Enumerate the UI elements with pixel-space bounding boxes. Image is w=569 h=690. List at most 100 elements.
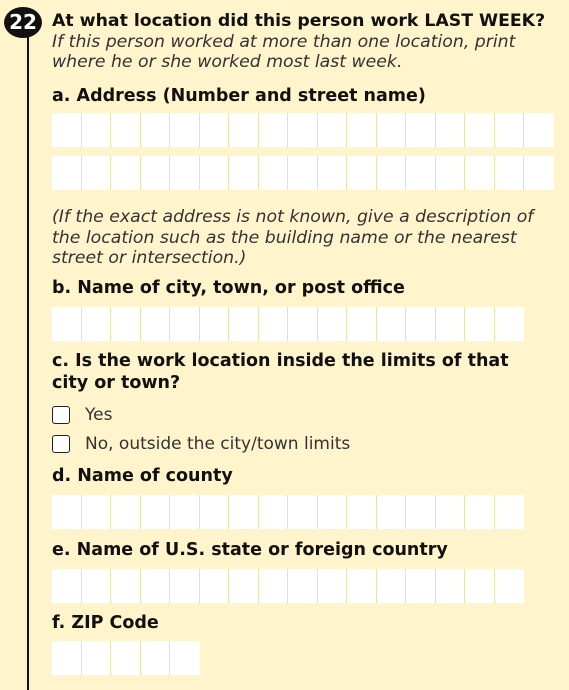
character-box[interactable]	[465, 307, 495, 341]
character-box[interactable]	[318, 569, 347, 603]
character-box[interactable]	[259, 156, 288, 190]
character-box[interactable]	[347, 307, 377, 341]
character-box[interactable]	[82, 307, 111, 341]
character-box[interactable]	[82, 156, 111, 190]
character-box[interactable]	[259, 307, 288, 341]
character-box[interactable]	[318, 156, 347, 190]
character-box[interactable]	[82, 569, 111, 603]
character-box[interactable]	[318, 307, 347, 341]
character-box[interactable]	[495, 495, 525, 529]
character-box[interactable]	[406, 495, 436, 529]
character-box[interactable]	[347, 156, 377, 190]
character-box[interactable]	[436, 307, 465, 341]
character-box[interactable]	[406, 569, 436, 603]
character-box[interactable]	[200, 495, 229, 529]
character-box[interactable]	[170, 307, 200, 341]
character-box[interactable]	[200, 113, 229, 147]
character-box[interactable]	[347, 569, 377, 603]
character-box[interactable]	[229, 495, 259, 529]
character-box[interactable]	[495, 113, 524, 147]
character-box[interactable]	[52, 156, 82, 190]
character-box[interactable]	[318, 113, 347, 147]
character-box[interactable]	[436, 495, 465, 529]
character-box[interactable]	[200, 156, 229, 190]
character-box[interactable]	[200, 569, 229, 603]
yes-checkbox[interactable]	[52, 406, 70, 424]
label-city-limits: c. Is the work location inside the limit…	[52, 351, 509, 393]
character-box[interactable]	[52, 113, 82, 147]
character-box[interactable]	[259, 569, 288, 603]
character-box[interactable]	[111, 156, 141, 190]
character-box[interactable]	[377, 156, 406, 190]
character-box[interactable]	[318, 495, 347, 529]
character-box[interactable]	[406, 156, 436, 190]
address-description-note: (If the exact address is not known, give…	[52, 207, 534, 268]
character-box[interactable]	[82, 113, 111, 147]
zip-code-field[interactable]	[52, 641, 200, 675]
character-box[interactable]	[170, 641, 200, 675]
option-no[interactable]: No, outside the city/town limits	[52, 434, 350, 454]
no-checkbox[interactable]	[52, 435, 70, 453]
character-box[interactable]	[170, 156, 200, 190]
character-box[interactable]	[141, 495, 170, 529]
character-box[interactable]	[288, 156, 318, 190]
character-box[interactable]	[141, 113, 170, 147]
character-box[interactable]	[52, 307, 82, 341]
character-box[interactable]	[436, 156, 465, 190]
address-line-2-field[interactable]	[52, 156, 554, 190]
character-box[interactable]	[229, 569, 259, 603]
character-box[interactable]	[259, 113, 288, 147]
option-yes[interactable]: Yes	[52, 405, 112, 425]
character-box[interactable]	[111, 641, 141, 675]
character-box[interactable]	[465, 569, 495, 603]
character-box[interactable]	[229, 307, 259, 341]
character-box[interactable]	[111, 113, 141, 147]
city-field[interactable]	[52, 307, 524, 341]
character-box[interactable]	[495, 307, 525, 341]
county-field[interactable]	[52, 495, 524, 529]
character-box[interactable]	[82, 495, 111, 529]
character-box[interactable]	[111, 569, 141, 603]
character-box[interactable]	[111, 495, 141, 529]
character-box[interactable]	[141, 156, 170, 190]
character-box[interactable]	[465, 156, 495, 190]
character-box[interactable]	[347, 495, 377, 529]
character-box[interactable]	[436, 569, 465, 603]
address-line-1-field[interactable]	[52, 113, 554, 147]
character-box[interactable]	[200, 307, 229, 341]
character-box[interactable]	[377, 569, 406, 603]
character-box[interactable]	[495, 156, 524, 190]
character-box[interactable]	[524, 156, 554, 190]
character-box[interactable]	[288, 569, 318, 603]
character-box[interactable]	[229, 113, 259, 147]
character-box[interactable]	[406, 113, 436, 147]
character-box[interactable]	[259, 495, 288, 529]
label-zip: f. ZIP Code	[52, 613, 159, 633]
character-box[interactable]	[111, 307, 141, 341]
character-box[interactable]	[141, 569, 170, 603]
character-box[interactable]	[170, 113, 200, 147]
state-country-field[interactable]	[52, 569, 524, 603]
character-box[interactable]	[170, 569, 200, 603]
character-box[interactable]	[141, 307, 170, 341]
character-box[interactable]	[524, 113, 554, 147]
character-box[interactable]	[288, 307, 318, 341]
character-box[interactable]	[377, 495, 406, 529]
character-box[interactable]	[288, 495, 318, 529]
character-box[interactable]	[170, 495, 200, 529]
character-box[interactable]	[436, 113, 465, 147]
character-box[interactable]	[406, 307, 436, 341]
character-box[interactable]	[288, 113, 318, 147]
character-box[interactable]	[229, 156, 259, 190]
character-box[interactable]	[377, 113, 406, 147]
character-box[interactable]	[141, 641, 170, 675]
character-box[interactable]	[377, 307, 406, 341]
character-box[interactable]	[82, 641, 111, 675]
character-box[interactable]	[347, 113, 377, 147]
character-box[interactable]	[52, 569, 82, 603]
character-box[interactable]	[465, 495, 495, 529]
character-box[interactable]	[52, 641, 82, 675]
character-box[interactable]	[495, 569, 525, 603]
character-box[interactable]	[52, 495, 82, 529]
character-box[interactable]	[465, 113, 495, 147]
